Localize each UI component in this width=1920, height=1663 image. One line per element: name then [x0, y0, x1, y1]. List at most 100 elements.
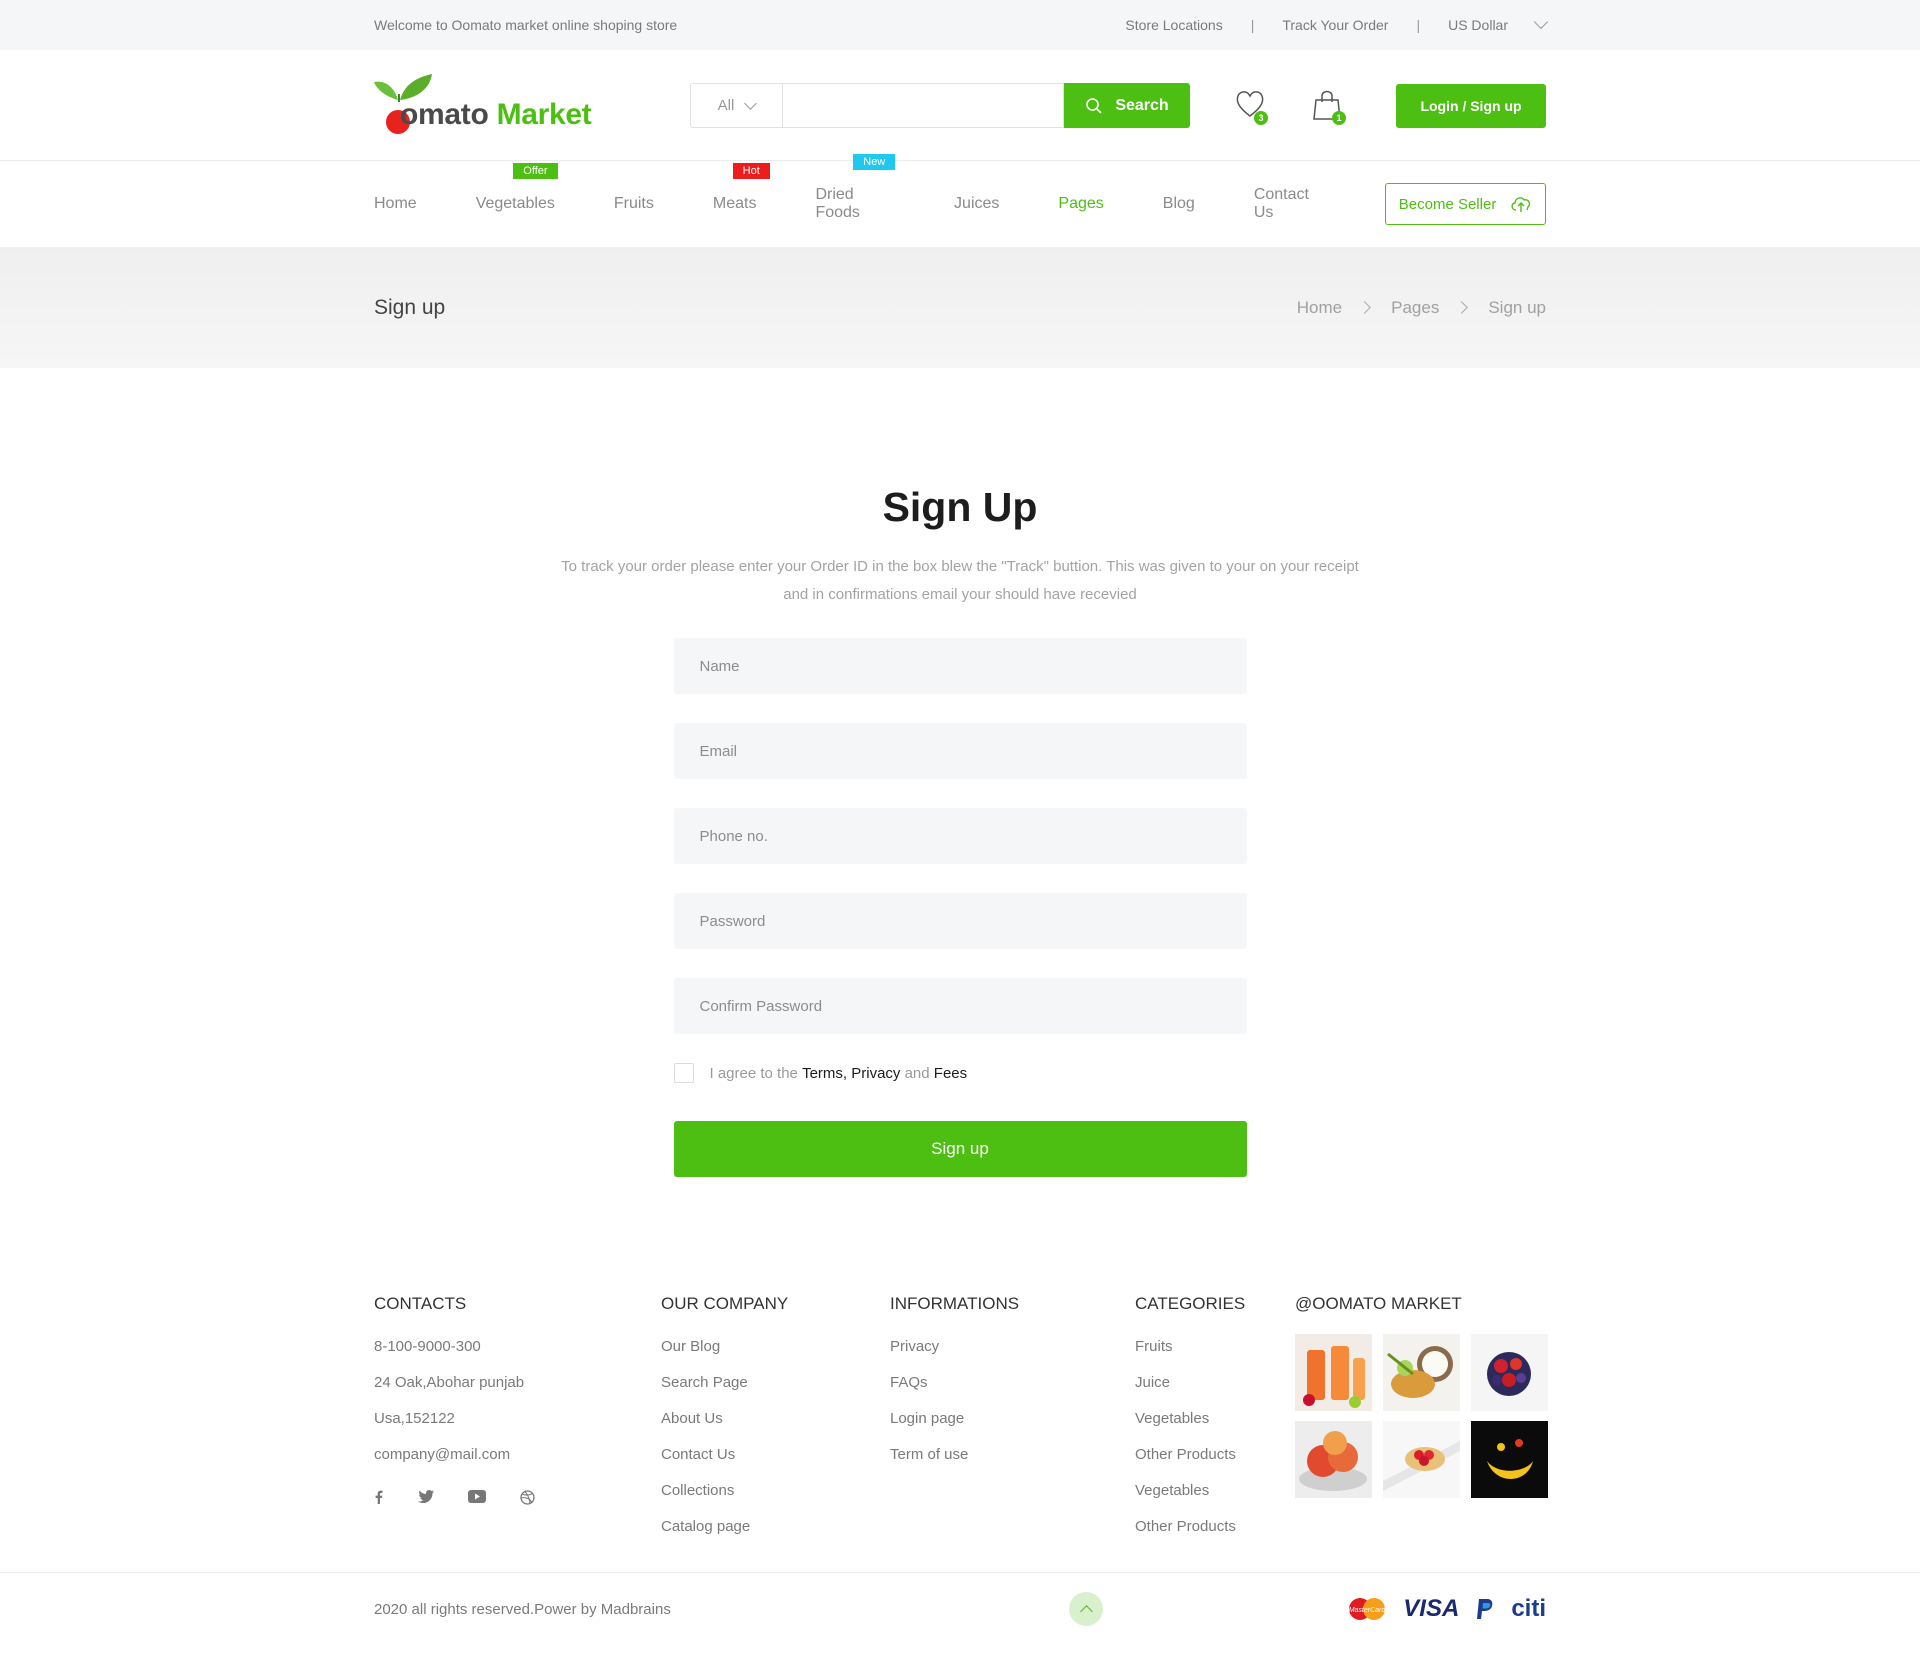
nav-item-juices[interactable]: Juices — [954, 195, 999, 213]
track-order-link[interactable]: Track Your Order — [1282, 17, 1388, 33]
wishlist-count-badge: 3 — [1254, 110, 1268, 125]
search-category-label: All — [717, 97, 735, 114]
nav-item-pages[interactable]: Pages — [1058, 195, 1103, 213]
search-button-label: Search — [1115, 96, 1169, 114]
search-button[interactable]: Search — [1064, 83, 1190, 128]
password-field[interactable] — [673, 893, 1247, 949]
footer-link[interactable]: Fruits — [1135, 1338, 1295, 1374]
footer-bottom-bar: 2020 all rights reserved.Power by Madbra… — [0, 1572, 1920, 1644]
signup-section: Sign Up To track your order please enter… — [0, 368, 1920, 1177]
footer-link[interactable]: Login page — [890, 1410, 1135, 1446]
social-links — [374, 1490, 661, 1505]
breadcrumb-pages[interactable]: Pages — [1391, 298, 1439, 318]
contact-email[interactable]: company@mail.com — [374, 1446, 661, 1482]
nav-item-label: Fruits — [613, 195, 654, 212]
search-bar: All Search — [690, 83, 1190, 128]
new-badge: New — [853, 154, 896, 170]
facebook-icon[interactable] — [374, 1490, 384, 1505]
instagram-photo[interactable] — [1383, 1334, 1460, 1411]
breadcrumb: Home Pages Sign up — [1297, 298, 1546, 318]
nav-item-label: Home — [374, 195, 417, 212]
instagram-photo[interactable] — [1471, 1334, 1548, 1411]
footer-instagram-title: @OOMATO MARKET — [1295, 1294, 1462, 1313]
nav-item-fruits[interactable]: Fruits — [614, 195, 654, 213]
footer-link[interactable]: FAQs — [890, 1374, 1135, 1410]
logo[interactable]: omato Market — [374, 73, 690, 138]
nav-item-contact-us[interactable]: Contact Us — [1254, 186, 1326, 222]
confirm-password-field[interactable] — [673, 978, 1247, 1034]
terms-checkbox[interactable] — [673, 1063, 694, 1083]
currency-select[interactable]: US Dollar — [1448, 17, 1508, 33]
payment-methods: MasterCard VISA citi — [1331, 1595, 1546, 1623]
youtube-icon[interactable] — [468, 1490, 486, 1505]
header: omato Market All Search 3 1 Login / Sign… — [0, 50, 1920, 161]
chevron-up-icon — [1079, 1605, 1093, 1618]
mastercard-icon: MasterCard — [1347, 1597, 1387, 1621]
footer-link[interactable]: Our Blog — [661, 1338, 890, 1374]
page-title: Sign up — [374, 295, 446, 319]
search-category-select[interactable]: All — [690, 83, 782, 128]
contact-address: 24 Oak,Abohar punjab — [374, 1374, 525, 1391]
signup-description: To track your order please enter your Or… — [561, 558, 1359, 603]
footer-link[interactable]: Search Page — [661, 1374, 890, 1410]
footer-link[interactable]: Term of use — [890, 1446, 1135, 1482]
nav-item-blog[interactable]: Blog — [1163, 195, 1195, 213]
instagram-photo[interactable] — [1295, 1421, 1372, 1498]
nav-item-label: Contact Us — [1253, 186, 1309, 221]
search-icon — [1086, 97, 1102, 114]
footer-link[interactable]: Juice — [1135, 1374, 1295, 1410]
footer-link[interactable]: Vegetables — [1135, 1410, 1295, 1446]
login-signup-button[interactable]: Login / Sign up — [1396, 83, 1546, 128]
become-seller-button[interactable]: Become Seller — [1385, 183, 1546, 225]
instagram-photo[interactable] — [1471, 1421, 1548, 1498]
nav-item-home[interactable]: Home — [374, 195, 417, 213]
hot-badge: Hot — [732, 163, 770, 179]
terms-link[interactable]: Terms, Privacy — [802, 1065, 900, 1082]
scroll-to-top-button[interactable] — [1069, 1592, 1104, 1626]
footer-link[interactable]: Privacy — [890, 1338, 1135, 1374]
footer-link[interactable]: Vegetables — [1135, 1482, 1295, 1518]
nav-item-dried-foods[interactable]: New Dried Foods — [815, 154, 896, 222]
page-banner: Sign up Home Pages Sign up — [0, 247, 1920, 368]
footer-instagram: @OOMATO MARKET — [1295, 1294, 1548, 1554]
footer-link[interactable]: Other Products — [1135, 1446, 1295, 1482]
footer-link[interactable]: Catalog page — [661, 1518, 890, 1554]
nav-item-vegetables[interactable]: Offer Vegetables — [475, 163, 558, 213]
cart-button[interactable]: 1 — [1312, 89, 1346, 125]
become-seller-label: Become Seller — [1398, 195, 1497, 213]
store-locations-link[interactable]: Store Locations — [1125, 17, 1222, 33]
agree-prefix: I agree to the — [709, 1064, 798, 1082]
top-bar: Welcome to Oomato market online shoping … — [0, 0, 1920, 50]
footer-company-title: OUR COMPANY — [661, 1294, 789, 1313]
email-field[interactable] — [673, 723, 1247, 779]
chevron-down-icon[interactable] — [1533, 14, 1549, 30]
breadcrumb-home[interactable]: Home — [1297, 298, 1342, 318]
nav-item-meats[interactable]: Hot Meats — [713, 163, 770, 213]
divider: | — [1416, 17, 1421, 33]
signup-submit-button[interactable]: Sign up — [673, 1121, 1247, 1177]
dribbble-icon[interactable] — [520, 1490, 535, 1505]
phone-field[interactable] — [673, 808, 1247, 864]
chevron-right-icon — [1455, 301, 1469, 314]
terms-agreement: I agree to the Terms, Privacy and Fees — [673, 1063, 1247, 1083]
fees-link[interactable]: Fees — [934, 1065, 967, 1082]
footer-link[interactable]: Other Products — [1135, 1518, 1295, 1554]
chevron-down-icon — [744, 96, 758, 110]
name-field[interactable] — [673, 638, 1247, 694]
instagram-photo[interactable] — [1295, 1334, 1372, 1411]
twitter-icon[interactable] — [418, 1490, 434, 1505]
brand-first: omato — [400, 97, 489, 131]
footer-company: OUR COMPANY Our Blog Search Page About U… — [661, 1294, 890, 1554]
mastercard-label: MasterCard — [1349, 1607, 1387, 1614]
instagram-photo[interactable] — [1383, 1421, 1460, 1498]
instagram-gallery — [1295, 1334, 1548, 1498]
nav-item-label: Vegetables — [475, 195, 555, 212]
footer-link[interactable]: About Us — [661, 1410, 890, 1446]
agree-and: and — [904, 1064, 930, 1082]
footer-link[interactable]: Contact Us — [661, 1446, 890, 1482]
search-input[interactable] — [782, 83, 1064, 128]
footer-link[interactable]: Collections — [661, 1482, 890, 1518]
wishlist-button[interactable]: 3 — [1234, 89, 1268, 125]
breadcrumb-current: Sign up — [1488, 297, 1546, 317]
nav-item-label: Blog — [1162, 195, 1195, 212]
